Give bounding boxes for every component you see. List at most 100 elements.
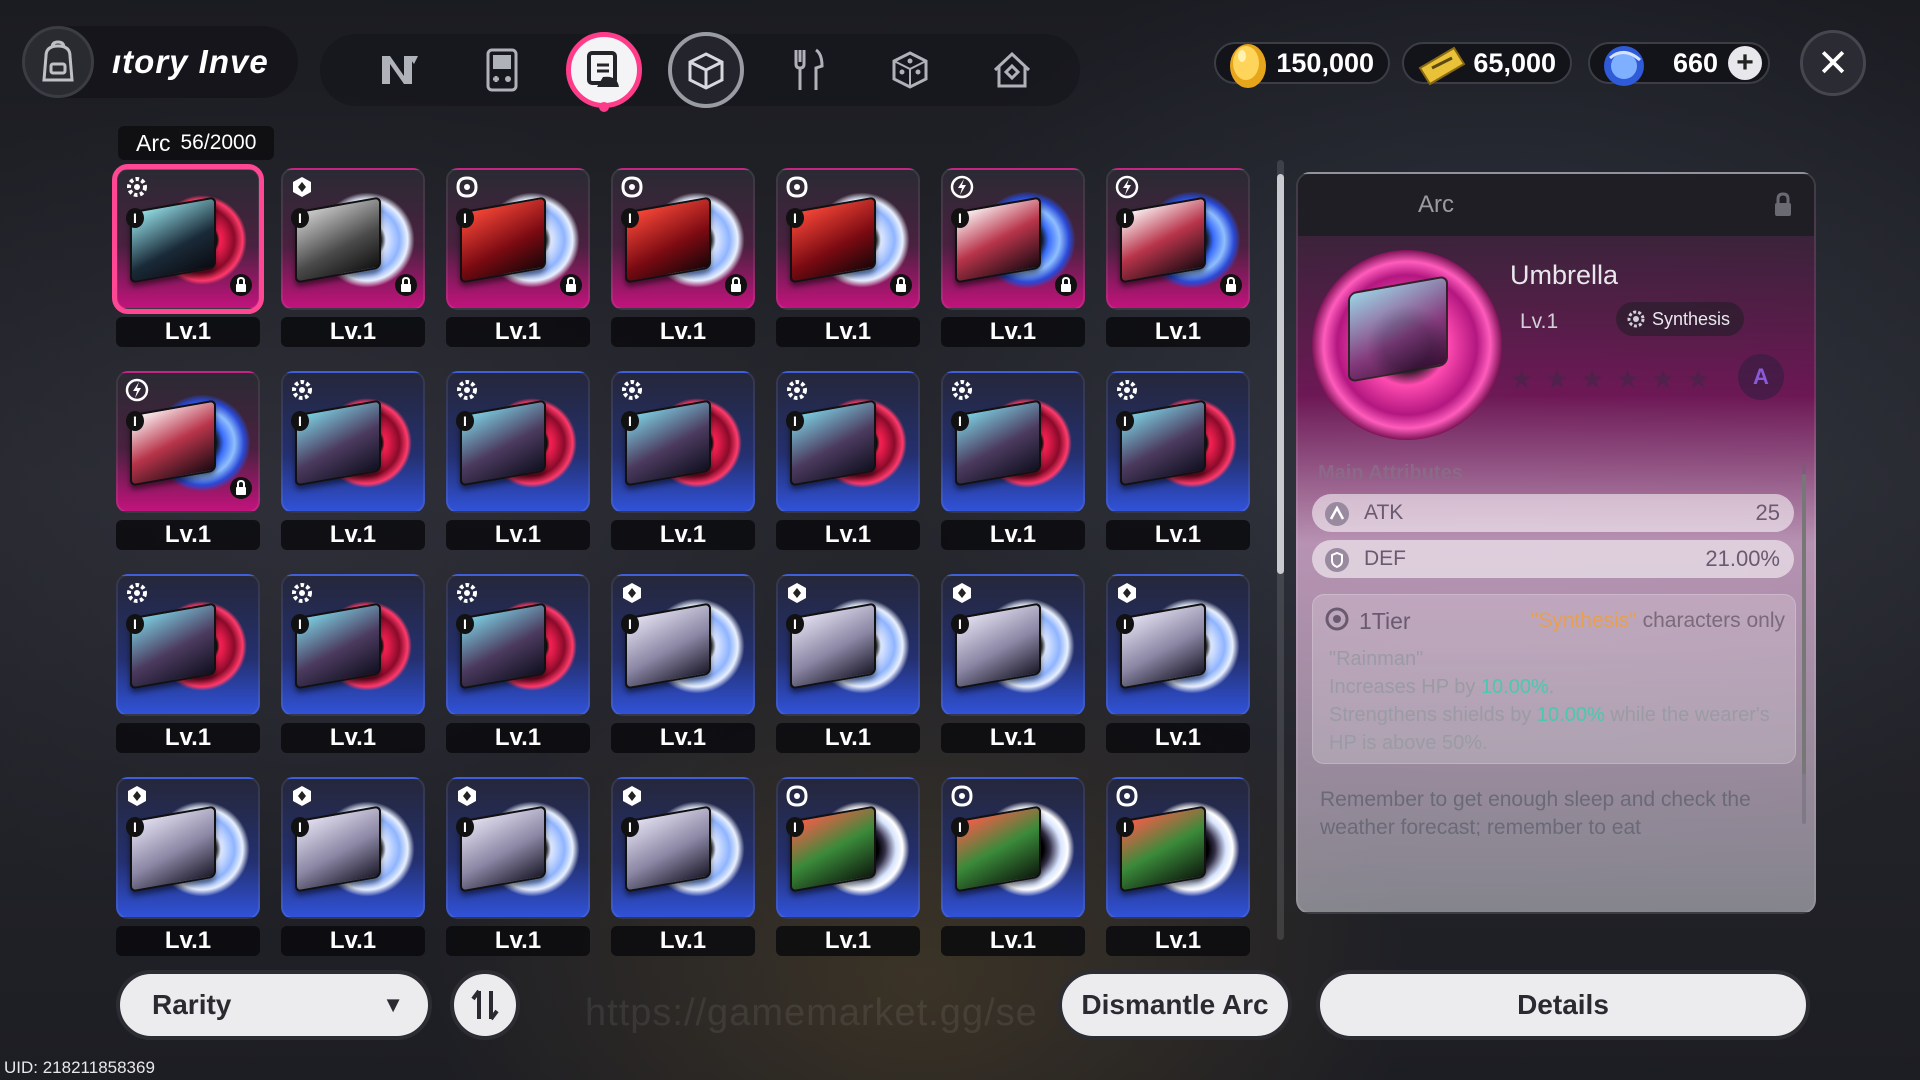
tier-badge: I [786, 411, 804, 431]
hex-type-icon [784, 580, 810, 606]
arc-item-card[interactable]: I [941, 574, 1085, 716]
arc-item-card[interactable]: I [446, 371, 590, 513]
arc-item-card[interactable]: I [281, 168, 425, 310]
arc-item-card[interactable]: I [281, 574, 425, 716]
arc-item[interactable]: I Lv.1 [611, 168, 755, 347]
arc-item[interactable]: I Lv.1 [1106, 168, 1250, 347]
tier-badge: I [621, 614, 639, 634]
arc-item[interactable]: I Lv.1 [112, 164, 264, 347]
arc-item-card[interactable]: I [776, 777, 920, 919]
grid-scrollbar[interactable] [1277, 160, 1284, 940]
arc-item[interactable]: I Lv.1 [611, 371, 755, 550]
close-button[interactable]: ✕ [1800, 30, 1866, 96]
arc-jacket-artwork [1348, 275, 1448, 383]
arc-item[interactable]: I Lv.1 [1106, 777, 1250, 956]
arc-item-card[interactable]: I [446, 777, 590, 919]
arc-item[interactable]: I Lv.1 [446, 574, 590, 753]
arc-item-card[interactable]: I [116, 574, 260, 716]
hex-type-icon [454, 783, 480, 809]
lock-toggle-icon[interactable] [1772, 192, 1794, 223]
tab-dice[interactable] [872, 32, 948, 108]
arc-item[interactable]: I Lv.1 [1106, 371, 1250, 550]
arc-item[interactable]: I Lv.1 [281, 574, 425, 753]
attribute-row-atk: ATK 25 [1312, 494, 1794, 532]
arc-item[interactable]: I Lv.1 [281, 371, 425, 550]
arc-item-card[interactable]: I [611, 574, 755, 716]
tab-cube[interactable] [668, 32, 744, 108]
arc-item[interactable]: I Lv.1 [446, 168, 590, 347]
arc-item-card[interactable]: I [776, 371, 920, 513]
arc-disc-icon [587, 51, 619, 87]
arc-item-card[interactable]: I [611, 777, 755, 919]
arc-item[interactable]: I Lv.1 [116, 371, 260, 550]
gear-type-icon [289, 580, 315, 606]
arc-item-card[interactable]: I [116, 777, 260, 919]
arc-item[interactable]: I Lv.1 [941, 777, 1085, 956]
arc-item-card[interactable]: I [1106, 371, 1250, 513]
arc-item-card[interactable]: I [446, 168, 590, 310]
detail-header: Arc [1298, 174, 1814, 236]
arc-item-card[interactable]: I [611, 371, 755, 513]
arc-item[interactable]: I Lv.1 [941, 168, 1085, 347]
tab-n-logo[interactable] [362, 32, 438, 108]
arc-item-level: Lv.1 [611, 723, 755, 753]
tier-badge: I [126, 614, 144, 634]
arc-item-card[interactable]: I [112, 164, 264, 314]
arc-item[interactable]: I Lv.1 [611, 777, 755, 956]
arc-item-level: Lv.1 [281, 926, 425, 956]
arc-item[interactable]: I Lv.1 [776, 777, 920, 956]
arc-item-card[interactable]: I [1106, 168, 1250, 310]
arc-item-card[interactable]: I [116, 371, 260, 513]
detail-scroll-thumb[interactable] [1802, 474, 1806, 774]
arc-item[interactable]: I Lv.1 [281, 777, 425, 956]
arc-item-level: Lv.1 [446, 520, 590, 550]
arc-item-card[interactable]: I [1106, 777, 1250, 919]
arc-item[interactable]: I Lv.1 [116, 777, 260, 956]
arc-item[interactable]: I Lv.1 [446, 777, 590, 956]
arc-jacket-art [1120, 196, 1206, 284]
rarity-filter-dropdown[interactable]: Rarity ▼ [116, 970, 432, 1040]
arc-item[interactable]: I Lv.1 [941, 371, 1085, 550]
arc-jacket-art [130, 805, 216, 893]
caret-down-icon: ▼ [382, 992, 404, 1017]
arc-item-level: Lv.1 [116, 317, 260, 347]
arc-item[interactable]: I Lv.1 [941, 574, 1085, 753]
arc-item[interactable]: I Lv.1 [281, 168, 425, 347]
swirl-type-icon [949, 783, 975, 809]
arc-item[interactable]: I Lv.1 [116, 574, 260, 753]
grid-scroll-thumb[interactable] [1277, 174, 1284, 574]
arc-item[interactable]: I Lv.1 [776, 574, 920, 753]
arc-item-card[interactable]: I [446, 574, 590, 716]
sort-arrows-icon [471, 989, 499, 1021]
gear-type-icon [454, 377, 480, 403]
swirl-type-icon [619, 174, 645, 200]
arc-item-card[interactable]: I [281, 777, 425, 919]
arc-item[interactable]: I Lv.1 [776, 371, 920, 550]
details-button[interactable]: Details [1316, 970, 1810, 1040]
arc-item-card[interactable]: I [776, 574, 920, 716]
tab-food[interactable] [770, 32, 846, 108]
sort-order-button[interactable] [450, 970, 520, 1040]
arc-item-card[interactable]: I [1106, 574, 1250, 716]
arc-item-card[interactable]: I [776, 168, 920, 310]
arc-item[interactable]: I Lv.1 [776, 168, 920, 347]
dismantle-arc-button[interactable]: Dismantle Arc [1058, 970, 1292, 1040]
tab-gameboy[interactable] [464, 32, 540, 108]
item-name: Umbrella [1510, 260, 1619, 290]
lock-icon [230, 273, 252, 302]
arc-item-card[interactable]: I [941, 168, 1085, 310]
arc-item-card[interactable]: I [281, 371, 425, 513]
add-crystal-button[interactable]: + [1728, 46, 1762, 80]
attribute-chip-label: Synthesis [1652, 308, 1731, 329]
arc-item[interactable]: I Lv.1 [446, 371, 590, 550]
arc-item[interactable]: I Lv.1 [1106, 574, 1250, 753]
arc-item[interactable]: I Lv.1 [611, 574, 755, 753]
attribute-chip: Synthesis [1616, 302, 1745, 336]
arc-item-card[interactable]: I [611, 168, 755, 310]
detail-scrollbar[interactable] [1802, 464, 1806, 824]
tab-arc[interactable] [566, 32, 642, 112]
arc-item-card[interactable]: I [941, 777, 1085, 919]
tab-house[interactable] [974, 32, 1050, 108]
arc-jacket-art [460, 805, 546, 893]
arc-item-card[interactable]: I [941, 371, 1085, 513]
